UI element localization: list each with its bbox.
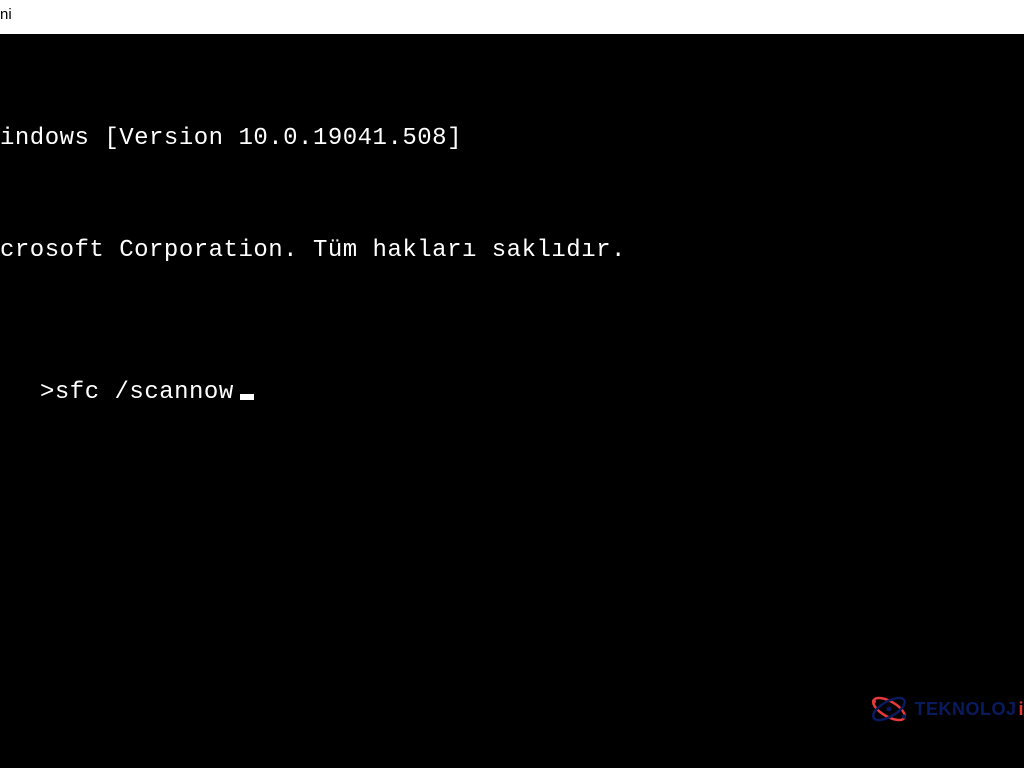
- prompt-symbol: >: [40, 379, 55, 406]
- window-titlebar: ni: [0, 0, 1024, 34]
- windows-version-line: indows [Version 10.0.19041.508]: [0, 120, 1024, 157]
- text-cursor: [240, 394, 254, 400]
- window-title-fragment: ni: [0, 6, 12, 23]
- watermark-badge: TEKNOLOJi: [868, 688, 1024, 730]
- atom-logo-icon: [868, 688, 910, 730]
- watermark-text-accent: i: [1018, 699, 1024, 720]
- watermark-text: TEKNOLOJ: [914, 699, 1016, 720]
- command-input-line[interactable]: >sfc /scannow: [0, 374, 1024, 411]
- typed-command: sfc /scannow: [55, 379, 234, 406]
- command-prompt-terminal[interactable]: indows [Version 10.0.19041.508] crosoft …: [0, 34, 1024, 768]
- copyright-line: crosoft Corporation. Tüm hakları saklıdı…: [0, 232, 1024, 269]
